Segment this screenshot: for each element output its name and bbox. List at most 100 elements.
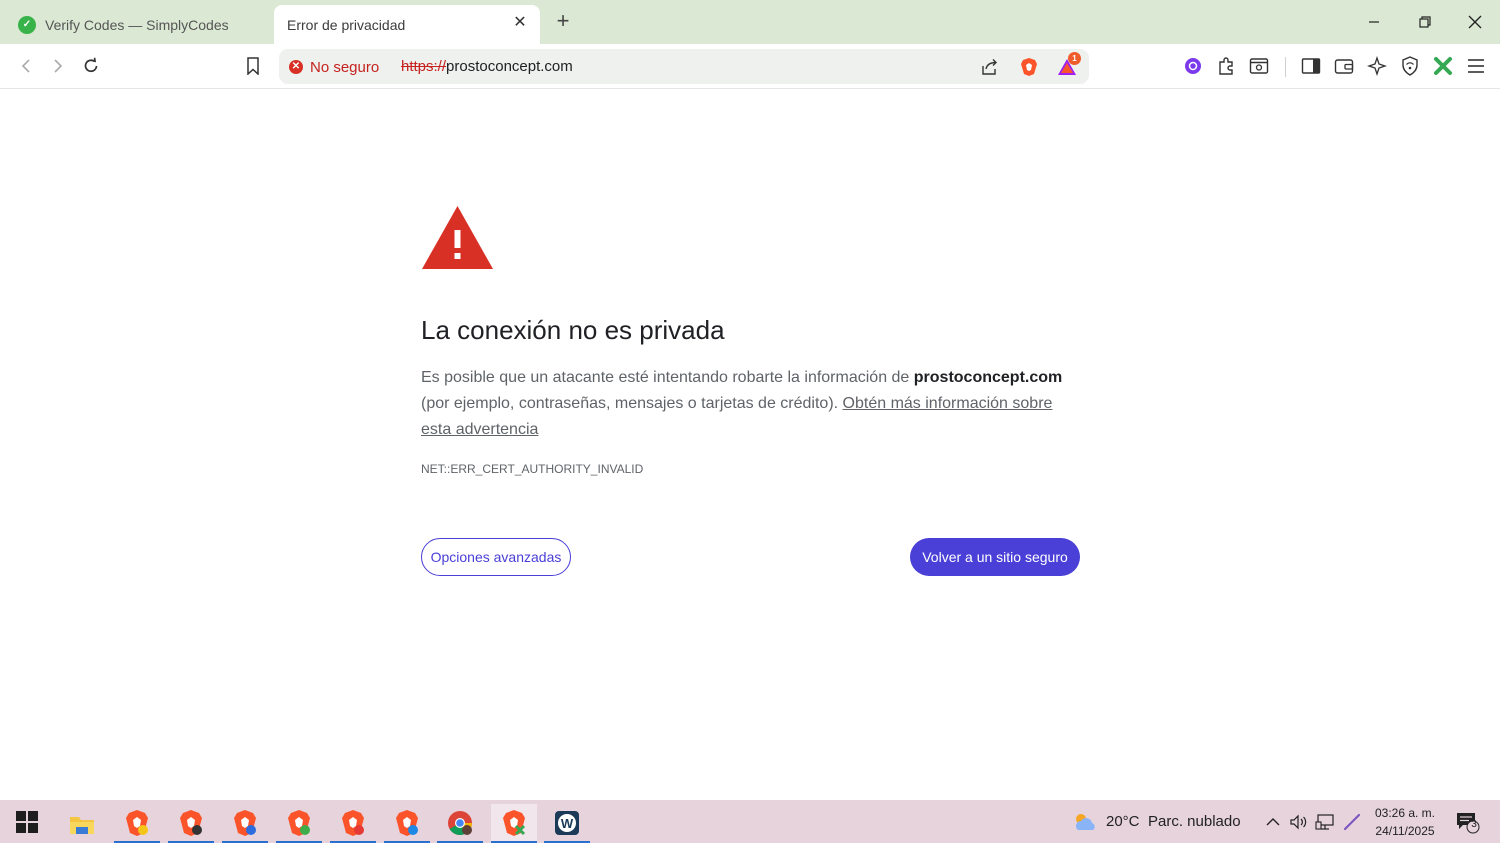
url-scheme: https:// — [401, 58, 447, 75]
brave-browser-icon — [180, 809, 202, 836]
brave-rewards-button[interactable]: 1 — [1055, 52, 1081, 79]
taskbar-wordpress-app[interactable]: W — [544, 804, 590, 843]
bookmark-button[interactable] — [241, 54, 265, 78]
menu-button[interactable] — [1464, 54, 1488, 78]
taskbar-brave-profile-1[interactable] — [114, 804, 160, 843]
taskbar-file-explorer[interactable] — [59, 804, 105, 843]
brave-browser-icon — [503, 809, 526, 836]
share-button[interactable] — [977, 55, 1001, 79]
arrow-right-icon — [54, 59, 63, 73]
browser-toolbar: ✕ No seguro https://prostoconcept.com 1 — [0, 44, 1500, 89]
reader-icon — [1249, 58, 1269, 74]
leo-ai-icon — [1185, 58, 1201, 74]
tab-strip: ✓ Verify Codes — SimplyCodes Error de pr… — [0, 0, 1500, 44]
advanced-options-button[interactable]: Opciones avanzadas — [421, 538, 571, 576]
volume-button[interactable] — [1289, 812, 1309, 832]
tab-title: Verify Codes — SimplyCodes — [45, 16, 229, 33]
url-host: prostoconcept.com — [446, 58, 573, 75]
network-monitor-icon — [1315, 814, 1334, 830]
sparkle-icon — [1367, 56, 1387, 76]
url-text[interactable]: https://prostoconcept.com — [401, 58, 573, 75]
address-bar[interactable]: ✕ No seguro https://prostoconcept.com 1 — [279, 49, 1089, 84]
speaker-icon — [1290, 814, 1307, 830]
extension-xgreen-button[interactable] — [1431, 54, 1455, 78]
tab-privacy-error[interactable]: Error de privacidad ✕ — [274, 5, 540, 44]
rewards-badge: 1 — [1068, 52, 1081, 65]
wallet-button[interactable] — [1332, 54, 1356, 78]
vpn-button[interactable] — [1398, 54, 1422, 78]
reload-icon — [84, 57, 98, 73]
windows-taskbar: W 20°C Parc. nublado 03:26 a. m. 24/11/2… — [0, 800, 1500, 843]
taskbar-brave-profile-3[interactable] — [222, 804, 268, 843]
taskbar-brave-profile-2[interactable] — [168, 804, 214, 843]
weather-temperature[interactable]: 20°C — [1106, 813, 1140, 830]
error-code: NET::ERR_CERT_AUTHORITY_INVALID — [421, 462, 644, 476]
chevron-up-icon — [1266, 818, 1280, 826]
tab-title: Error de privacidad — [287, 16, 406, 33]
restore-icon — [1419, 16, 1431, 28]
network-button[interactable] — [1315, 812, 1335, 832]
minimize-icon — [1369, 21, 1379, 23]
security-label: No seguro — [310, 58, 380, 76]
chrome-icon — [448, 810, 472, 835]
sidebar-icon — [1301, 58, 1321, 74]
desc-host: prostoconcept.com — [913, 369, 1063, 386]
sidebar-button[interactable] — [1299, 54, 1323, 78]
weather-button[interactable] — [1072, 812, 1098, 832]
taskbar-brave-profile-4[interactable] — [276, 804, 322, 843]
brave-browser-icon — [342, 809, 364, 836]
notifications-count: 3 — [1471, 819, 1477, 830]
brave-shields-button[interactable] — [1017, 55, 1041, 79]
hamburger-menu-icon — [1468, 59, 1484, 73]
puzzle-icon — [1219, 57, 1233, 75]
ai-assistant-button[interactable] — [1365, 54, 1389, 78]
notifications-button[interactable]: 3 — [1455, 812, 1481, 834]
brave-browser-icon — [126, 809, 148, 836]
toolbar-divider — [1285, 57, 1286, 77]
bookmark-icon — [247, 57, 259, 75]
tab-verify-codes[interactable]: ✓ Verify Codes — SimplyCodes — [8, 5, 270, 44]
leo-ai-button[interactable] — [1181, 54, 1205, 78]
extensions-button[interactable] — [1214, 54, 1238, 78]
restore-button[interactable] — [1413, 10, 1437, 34]
brave-browser-icon — [396, 809, 418, 836]
share-icon — [982, 59, 997, 75]
brave-browser-icon — [288, 809, 310, 836]
close-icon — [1468, 15, 1482, 29]
back-to-safety-button[interactable]: Volver a un sitio seguro — [910, 538, 1080, 576]
close-icon[interactable]: ✕ — [510, 13, 530, 33]
vpn-shield-icon — [1402, 56, 1418, 76]
taskbar-chrome[interactable] — [437, 804, 483, 843]
w-app-icon: W — [555, 810, 579, 835]
forward-button[interactable] — [46, 54, 70, 78]
security-indicator[interactable]: ✕ No seguro — [289, 57, 379, 77]
new-tab-button[interactable]: + — [552, 10, 574, 32]
weather-description[interactable]: Parc. nublado — [1148, 813, 1241, 830]
taskbar-brave-profile-5[interactable] — [330, 804, 376, 843]
not-secure-icon: ✕ — [289, 60, 303, 74]
reader-mode-button[interactable] — [1247, 54, 1271, 78]
show-hidden-icons-button[interactable] — [1263, 812, 1283, 832]
svg-text:W: W — [561, 816, 574, 831]
desc-suffix: (por ejemplo, contraseñas, mensajes o ta… — [421, 395, 843, 412]
system-clock[interactable]: 03:26 a. m. 24/11/2025 — [1366, 804, 1444, 840]
warning-triangle-icon — [422, 206, 493, 269]
desc-prefix: Es posible que un atacante esté intentan… — [421, 369, 914, 386]
taskbar-brave-active[interactable] — [491, 804, 537, 843]
wallet-icon — [1334, 59, 1354, 74]
taskbar-brave-profile-6[interactable] — [384, 804, 430, 843]
close-window-button[interactable] — [1463, 10, 1487, 34]
partly-cloudy-icon — [1076, 814, 1095, 830]
reload-button[interactable] — [79, 54, 103, 78]
page-title: La conexión no es privada — [421, 315, 725, 345]
pen-icon — [1343, 813, 1361, 831]
pen-menu-button[interactable] — [1342, 812, 1362, 832]
simplycodes-icon: ✓ — [18, 15, 36, 34]
windows-start-icon[interactable] — [16, 811, 38, 833]
brave-browser-icon — [234, 809, 256, 836]
minimize-button[interactable] — [1362, 10, 1386, 34]
clock-date: 24/11/2025 — [1375, 824, 1435, 838]
folder-icon — [70, 816, 94, 834]
arrow-left-icon — [21, 59, 30, 73]
back-button[interactable] — [14, 54, 38, 78]
